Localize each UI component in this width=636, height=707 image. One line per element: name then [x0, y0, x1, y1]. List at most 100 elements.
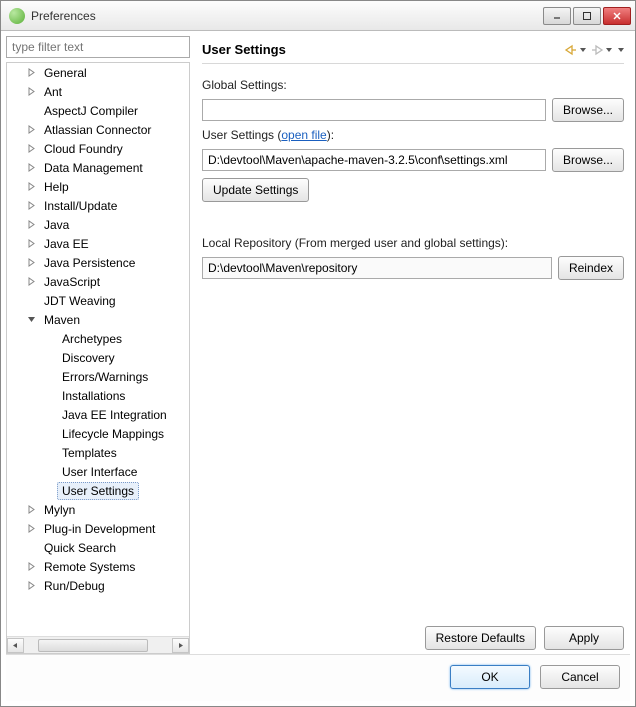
- tree-item[interactable]: Atlassian Connector: [7, 120, 189, 139]
- chevron-right-icon[interactable]: [25, 580, 37, 592]
- chevron-right-icon[interactable]: [25, 162, 37, 174]
- tree-arrow-empty: [25, 295, 37, 307]
- tree-item-label: Archetypes: [57, 330, 127, 348]
- chevron-right-icon[interactable]: [25, 561, 37, 573]
- tree-arrow-empty: [43, 352, 55, 364]
- tree-item[interactable]: Quick Search: [7, 538, 189, 557]
- tree-item[interactable]: Maven: [7, 310, 189, 329]
- tree-item-label: User Settings: [57, 482, 139, 500]
- user-settings-input[interactable]: [202, 149, 546, 171]
- content-panel: User Settings Global Settings: Browse...…: [196, 36, 630, 654]
- tree-item[interactable]: Install/Update: [7, 196, 189, 215]
- global-settings-input[interactable]: [202, 99, 546, 121]
- chevron-right-icon[interactable]: [25, 219, 37, 231]
- tree-item[interactable]: Installations: [7, 386, 189, 405]
- tree-item[interactable]: General: [7, 63, 189, 82]
- tree-item[interactable]: Plug-in Development: [7, 519, 189, 538]
- minimize-button[interactable]: [543, 7, 571, 25]
- tree-item[interactable]: Java EE Integration: [7, 405, 189, 424]
- local-repo-input: [202, 257, 552, 279]
- horizontal-scrollbar[interactable]: [7, 636, 189, 653]
- tree-item-label: JavaScript: [39, 273, 105, 291]
- tree-item[interactable]: Errors/Warnings: [7, 367, 189, 386]
- chevron-right-icon[interactable]: [25, 523, 37, 535]
- menu-button[interactable]: [616, 48, 624, 52]
- chevron-right-icon[interactable]: [25, 504, 37, 516]
- chevron-right-icon[interactable]: [25, 238, 37, 250]
- tree-item-label: Lifecycle Mappings: [57, 425, 169, 443]
- filter-input[interactable]: [6, 36, 190, 58]
- tree-item[interactable]: Mylyn: [7, 500, 189, 519]
- tree-item-label: Java EE Integration: [57, 406, 172, 424]
- tree-item[interactable]: Remote Systems: [7, 557, 189, 576]
- maximize-button[interactable]: [573, 7, 601, 25]
- close-button[interactable]: [603, 7, 631, 25]
- restore-defaults-button[interactable]: Restore Defaults: [425, 626, 536, 650]
- scroll-track[interactable]: [24, 638, 172, 653]
- user-settings-label-post: ):: [327, 128, 334, 142]
- forward-button[interactable]: [590, 44, 612, 56]
- dropdown-icon: [580, 48, 586, 52]
- tree-item-label: Install/Update: [39, 197, 122, 215]
- chevron-right-icon[interactable]: [25, 143, 37, 155]
- tree-item-label: General: [39, 64, 92, 82]
- browse-global-button[interactable]: Browse...: [552, 98, 624, 122]
- preferences-tree[interactable]: GeneralAntAspectJ CompilerAtlassian Conn…: [7, 63, 189, 636]
- tree-item-label: Help: [39, 178, 74, 196]
- tree-item[interactable]: JavaScript: [7, 272, 189, 291]
- tree-item[interactable]: Archetypes: [7, 329, 189, 348]
- chevron-right-icon[interactable]: [25, 124, 37, 136]
- cancel-button[interactable]: Cancel: [540, 665, 620, 689]
- reindex-button[interactable]: Reindex: [558, 256, 624, 280]
- tree-item[interactable]: Templates: [7, 443, 189, 462]
- tree-arrow-empty: [43, 390, 55, 402]
- tree-item[interactable]: Help: [7, 177, 189, 196]
- body-row: GeneralAntAspectJ CompilerAtlassian Conn…: [6, 36, 630, 654]
- open-file-link[interactable]: open file: [281, 128, 326, 142]
- ok-button[interactable]: OK: [450, 665, 530, 689]
- chevron-down-icon[interactable]: [25, 314, 37, 326]
- scroll-right-button[interactable]: [172, 638, 189, 653]
- tree-item-label: Run/Debug: [39, 577, 110, 595]
- tree-item[interactable]: Cloud Foundry: [7, 139, 189, 158]
- local-repo-row: Reindex: [202, 256, 624, 280]
- tree-item[interactable]: Run/Debug: [7, 576, 189, 595]
- update-row: Update Settings: [202, 178, 624, 202]
- browse-user-button[interactable]: Browse...: [552, 148, 624, 172]
- tree-item[interactable]: User Settings: [7, 481, 189, 500]
- tree-item[interactable]: Discovery: [7, 348, 189, 367]
- chevron-right-icon[interactable]: [25, 257, 37, 269]
- tree-item[interactable]: Lifecycle Mappings: [7, 424, 189, 443]
- tree-item[interactable]: Java: [7, 215, 189, 234]
- page-title: User Settings: [202, 42, 564, 57]
- tree-arrow-empty: [25, 105, 37, 117]
- chevron-right-icon[interactable]: [25, 86, 37, 98]
- tree-item-label: AspectJ Compiler: [39, 102, 143, 120]
- tree-arrow-empty: [43, 466, 55, 478]
- titlebar: Preferences: [1, 1, 635, 31]
- dropdown-icon: [618, 48, 624, 52]
- page-buttons: Restore Defaults Apply: [202, 618, 624, 654]
- chevron-right-icon[interactable]: [25, 200, 37, 212]
- tree-item[interactable]: Ant: [7, 82, 189, 101]
- tree-item[interactable]: Java EE: [7, 234, 189, 253]
- apply-button[interactable]: Apply: [544, 626, 624, 650]
- scroll-thumb[interactable]: [38, 639, 148, 652]
- update-settings-button[interactable]: Update Settings: [202, 178, 309, 202]
- tree-arrow-empty: [25, 542, 37, 554]
- tree-item-label: Java Persistence: [39, 254, 140, 272]
- tree-item-label: Cloud Foundry: [39, 140, 128, 158]
- tree-item[interactable]: JDT Weaving: [7, 291, 189, 310]
- tree-item-label: JDT Weaving: [39, 292, 121, 310]
- chevron-right-icon[interactable]: [25, 181, 37, 193]
- tree-item[interactable]: AspectJ Compiler: [7, 101, 189, 120]
- scroll-left-button[interactable]: [7, 638, 24, 653]
- tree-item[interactable]: Java Persistence: [7, 253, 189, 272]
- chevron-right-icon[interactable]: [25, 276, 37, 288]
- tree-item[interactable]: Data Management: [7, 158, 189, 177]
- back-button[interactable]: [564, 44, 586, 56]
- main-area: GeneralAntAspectJ CompilerAtlassian Conn…: [1, 31, 635, 706]
- tree-item[interactable]: User Interface: [7, 462, 189, 481]
- chevron-right-icon[interactable]: [25, 67, 37, 79]
- window-title: Preferences: [31, 9, 543, 23]
